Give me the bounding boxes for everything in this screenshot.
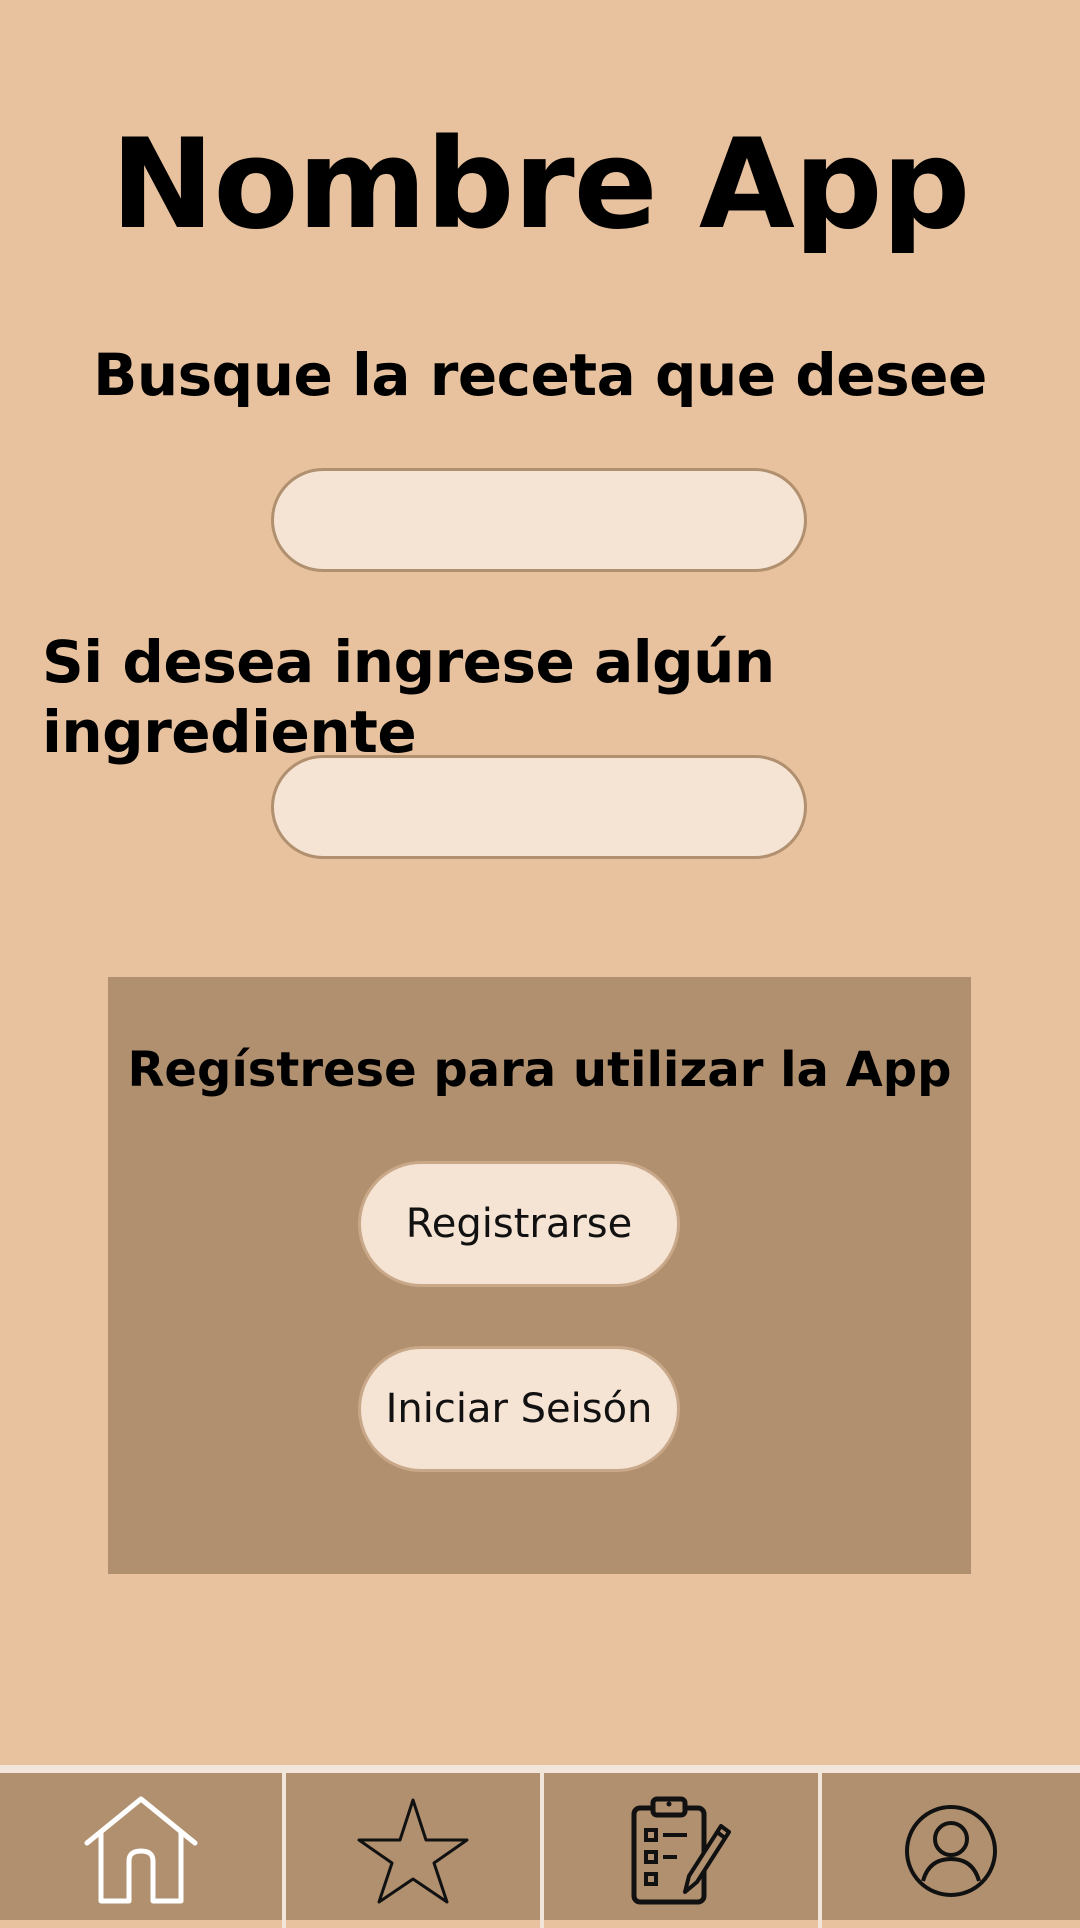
search-heading: Busque la receta que desee	[93, 341, 987, 409]
nav-item-recipes-list[interactable]	[544, 1773, 818, 1928]
home-icon	[84, 1796, 198, 1903]
bottom-nav-bar	[0, 1765, 1080, 1928]
nav-item-favorites[interactable]	[286, 1773, 540, 1928]
register-button[interactable]: Registrarse	[358, 1161, 680, 1287]
ingredient-heading: Si desea ingrese algún ingrediente	[42, 628, 775, 766]
recipe-search-input[interactable]	[271, 468, 807, 572]
ingredient-input[interactable]	[271, 755, 807, 859]
app-title: Nombre App	[110, 113, 971, 257]
nav-item-home[interactable]	[0, 1773, 282, 1928]
clipboard-edit-icon	[631, 1796, 731, 1904]
login-button[interactable]: Iniciar Seisón	[358, 1346, 680, 1472]
register-panel-title: Regístrese para utilizar la App	[127, 1042, 952, 1098]
star-icon	[357, 1798, 469, 1903]
nav-item-profile[interactable]	[822, 1773, 1080, 1928]
user-profile-icon	[905, 1804, 997, 1897]
